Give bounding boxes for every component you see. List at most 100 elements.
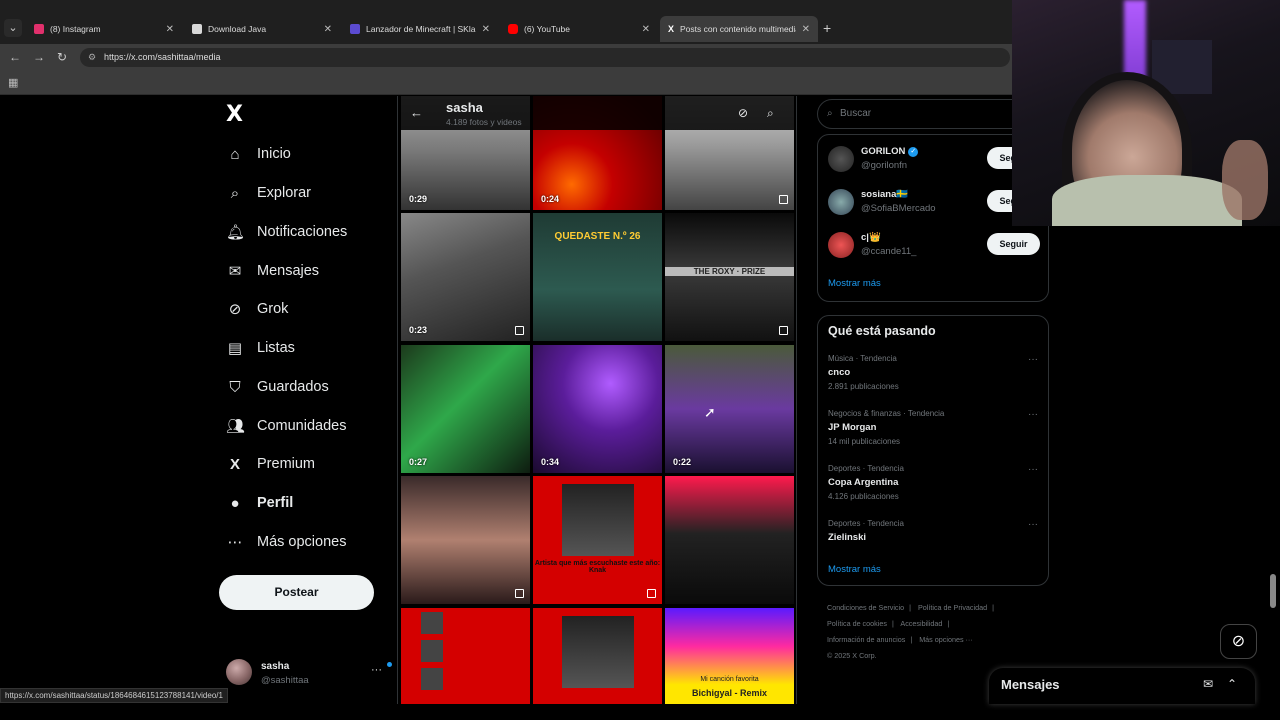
media-tile[interactable] xyxy=(533,608,662,704)
nav-label: Premium xyxy=(257,456,316,472)
media-tile[interactable] xyxy=(401,608,530,704)
trend-item[interactable]: Música · Tendencia cnco 2.891 publicacio… xyxy=(828,354,1040,400)
trend-item[interactable]: Negocios & finanzas · Tendencia JP Morga… xyxy=(828,409,1040,455)
apps-grid-icon[interactable]: ▦ xyxy=(8,76,18,89)
close-tab-icon[interactable]: ✕ xyxy=(166,24,174,35)
footer-separator: | xyxy=(910,635,913,644)
nav-item-comunidades[interactable]: 👥︎ Comunidades xyxy=(226,412,346,440)
media-tile[interactable]: 0:23 xyxy=(401,213,530,341)
copyright: © 2025 X Corp. xyxy=(827,651,877,660)
media-tile[interactable] xyxy=(401,476,530,604)
multi-image-icon xyxy=(515,326,524,335)
show-more-link[interactable]: Mostrar más xyxy=(828,278,881,289)
tab-title: (8) Instagram xyxy=(50,24,101,34)
profile-header: ← sasha 4.189 fotos y videos ⊘ ⌕ xyxy=(398,96,796,130)
close-tab-icon[interactable]: ✕ xyxy=(482,24,490,35)
footer-link[interactable]: Política de Privacidad xyxy=(918,603,987,612)
back-arrow-icon[interactable]: ← xyxy=(9,50,21,64)
footer-link[interactable]: Información de anuncios xyxy=(827,635,905,644)
tab-download-java[interactable]: Download Java ✕ xyxy=(184,16,340,42)
trends-heading: Qué está pasando xyxy=(828,324,936,338)
more-dots-icon[interactable]: ··· xyxy=(371,664,382,676)
nav-item-notificaciones[interactable]: 🔔︎ Notificaciones xyxy=(226,218,347,246)
footer-link[interactable]: Condiciones de Servicio xyxy=(827,603,904,612)
more-dots-icon[interactable]: ··· xyxy=(1028,354,1038,365)
new-tab-button[interactable]: + xyxy=(823,20,831,36)
tab-minecraft-launcher[interactable]: Lanzador de Minecraft | SKlaun… ✕ xyxy=(342,16,498,42)
media-tile[interactable] xyxy=(665,476,794,604)
footer-link[interactable]: Política de cookies xyxy=(827,619,887,628)
tab-youtube[interactable]: (6) YouTube ✕ xyxy=(500,16,658,42)
media-tile[interactable]: Artista que más escuchaste este año: Kna… xyxy=(533,476,662,604)
tile-overlay-text: Bichigyal - Remix xyxy=(691,688,768,698)
nav-item-mas-opciones[interactable]: ⋯ Más opciones xyxy=(226,528,347,556)
nav-label: Grok xyxy=(257,301,289,317)
close-tab-icon[interactable]: ✕ xyxy=(802,24,810,35)
follow-suggestion[interactable]: sosiana🇸🇪 @SofiaBMercado Seguir xyxy=(828,185,1040,221)
video-duration: 0:23 xyxy=(409,325,428,335)
nav-item-premium[interactable]: X Premium xyxy=(226,450,315,478)
chevron-up-icon[interactable]: ⌃ xyxy=(1227,677,1237,691)
trend-item[interactable]: Deportes · Tendencia Copa Argentina 4.12… xyxy=(828,464,1040,510)
footer-link[interactable]: Accesibilidad xyxy=(900,619,942,628)
nav-label: Mensajes xyxy=(257,263,320,279)
tab-instagram[interactable]: (8) Instagram ✕ xyxy=(26,16,182,42)
follow-suggestion[interactable]: GORILON✓ @gorilonfn Seguir xyxy=(828,142,1040,178)
close-tab-icon[interactable]: ✕ xyxy=(642,24,650,35)
profile-icon: ● xyxy=(230,494,240,512)
tab-title: Download Java xyxy=(208,24,267,34)
notification-dot-icon xyxy=(387,662,392,667)
page-scrollbar[interactable] xyxy=(1270,574,1276,608)
nav-item-explorar[interactable]: ⌕ Explorar xyxy=(226,179,311,207)
nav-label: Notificaciones xyxy=(257,224,348,240)
media-tile[interactable]: 0:34 xyxy=(533,345,662,473)
footer-link[interactable]: Más opciones ··· xyxy=(919,635,973,644)
nav-item-grok[interactable]: ⊘ Grok xyxy=(226,295,289,323)
nav-item-mensajes[interactable]: ✉ Mensajes xyxy=(226,257,319,285)
more-dots-icon[interactable]: ··· xyxy=(1028,519,1038,530)
forward-arrow-icon[interactable]: → xyxy=(33,50,45,64)
tab-search-chevron-icon[interactable]: ⌄ xyxy=(4,19,22,37)
media-count: 4.189 fotos y videos xyxy=(446,117,522,127)
media-tile[interactable]: Mi canción favorita Bichigyal - Remix xyxy=(665,608,794,704)
nav-item-guardados[interactable]: ⛉ Guardados xyxy=(226,373,328,401)
list-icon: ▤ xyxy=(227,340,243,357)
footer-separator: | xyxy=(891,619,894,628)
tile-caption: Artista que más escuchaste este año: Kna… xyxy=(534,560,661,574)
follow-button[interactable]: Seguir xyxy=(987,233,1040,255)
messages-drawer[interactable]: Mensajes ✉ ⌃ xyxy=(989,668,1255,704)
search-icon[interactable]: ⌕ xyxy=(767,106,774,121)
media-tile[interactable]: QUEDASTE N.º 26 xyxy=(533,213,662,341)
footer-separator: | xyxy=(909,603,911,612)
mail-icon: ✉ xyxy=(228,263,242,280)
tab-title: (6) YouTube xyxy=(524,24,570,34)
show-more-link[interactable]: Mostrar más xyxy=(828,564,881,575)
x-logo[interactable]: X xyxy=(226,102,243,127)
tab-title: Lanzador de Minecraft | SKlaun… xyxy=(366,24,476,34)
new-message-icon[interactable]: ✉ xyxy=(1203,677,1213,691)
media-tile[interactable]: 0:27 xyxy=(401,345,530,473)
media-tile[interactable]: 0:22 xyxy=(665,345,794,473)
more-dots-icon[interactable]: ··· xyxy=(1028,464,1038,475)
reload-icon[interactable]: ↻ xyxy=(57,50,67,64)
grok-icon[interactable]: ⊘ xyxy=(738,106,748,120)
sklauncher-favicon-icon xyxy=(350,24,360,34)
site-info-icon[interactable]: ⚙ xyxy=(88,48,96,67)
back-arrow-icon[interactable]: ← xyxy=(410,105,423,120)
follow-suggestion[interactable]: c|👑 @ccande11_ Seguir xyxy=(828,228,1040,264)
more-dots-icon[interactable]: ··· xyxy=(1028,409,1038,420)
account-switcher[interactable]: sasha @sashittaa ··· xyxy=(226,654,392,690)
media-tile[interactable]: THE ROXY · PRIZE xyxy=(665,213,794,341)
nav-item-perfil[interactable]: ● Perfil xyxy=(226,489,293,517)
home-icon: ⌂ xyxy=(230,145,240,163)
address-bar[interactable]: ⚙ https://x.com/sashittaa/media xyxy=(80,48,1010,67)
streamer-shirt xyxy=(1052,175,1242,226)
nav-item-inicio[interactable]: ⌂ Inicio xyxy=(226,140,290,168)
close-tab-icon[interactable]: ✕ xyxy=(324,24,332,35)
tab-x-media[interactable]: X Posts con contenido multimedia… ✕ xyxy=(660,16,818,42)
nav-item-listas[interactable]: ▤ Listas xyxy=(226,334,295,362)
post-button[interactable]: Postear xyxy=(219,575,374,610)
follow-handle: @gorilonfn xyxy=(861,160,908,171)
trend-item[interactable]: Deportes · Tendencia Zielinski ··· xyxy=(828,519,1040,565)
grok-floating-button[interactable]: ⊘ xyxy=(1220,624,1257,659)
